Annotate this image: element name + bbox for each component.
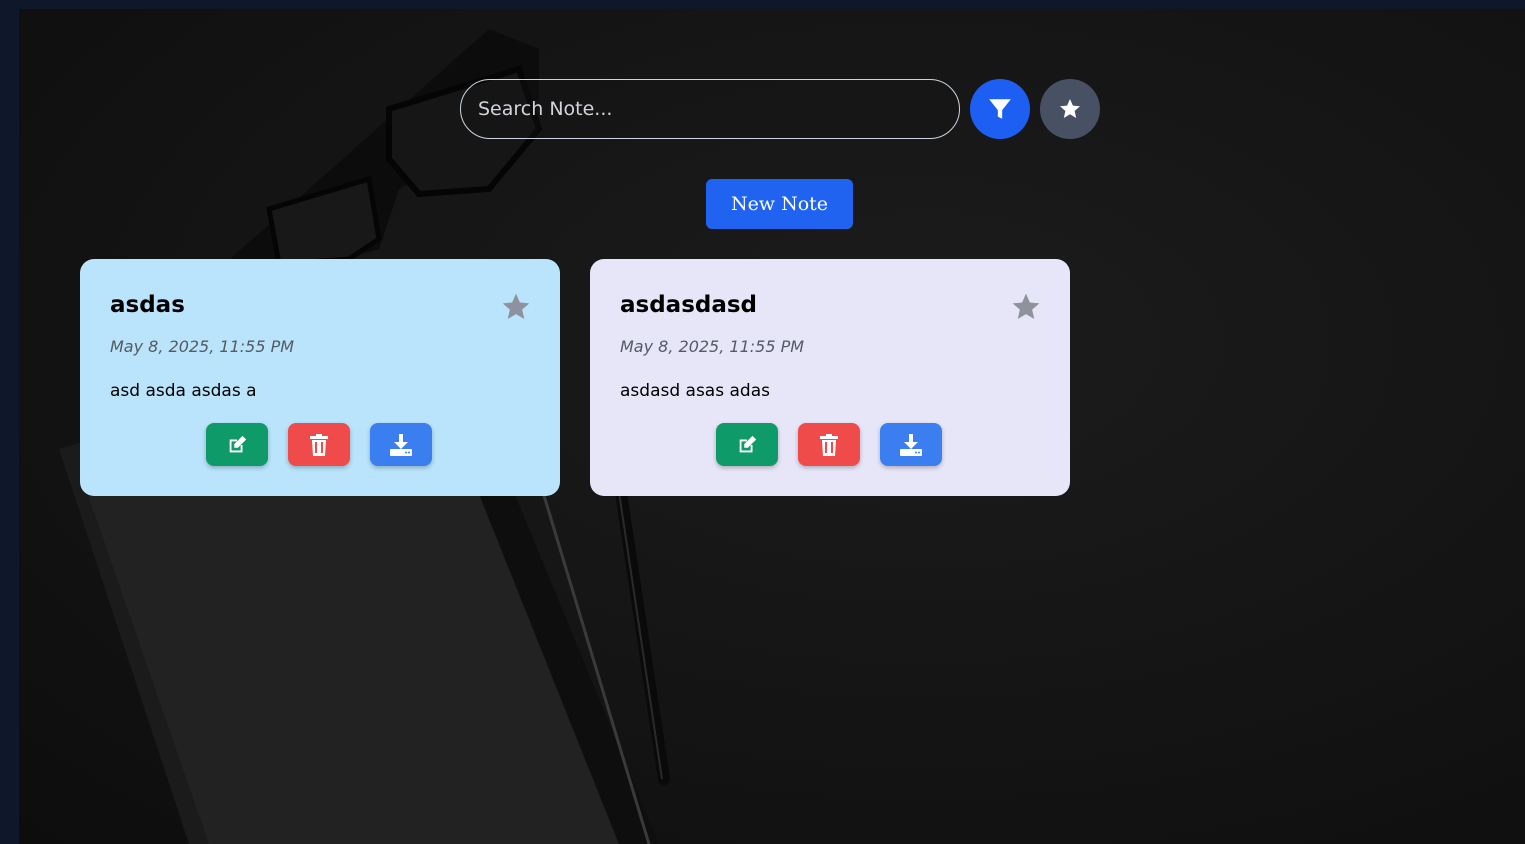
trash-icon (820, 433, 838, 456)
download-button[interactable] (880, 423, 942, 466)
edit-button[interactable] (716, 423, 778, 466)
download-icon (390, 433, 412, 456)
favorite-star-icon[interactable] (500, 291, 532, 323)
note-body: asd asda asdas a (110, 381, 257, 401)
download-icon (900, 433, 922, 456)
edit-icon (739, 435, 757, 452)
trash-icon (310, 433, 328, 456)
search-input[interactable] (476, 97, 940, 121)
favorite-star-icon[interactable] (1010, 291, 1042, 323)
filter-icon (989, 99, 1011, 119)
edit-button[interactable] (206, 423, 268, 466)
filter-button[interactable] (970, 79, 1030, 139)
delete-button[interactable] (798, 423, 860, 466)
download-button[interactable] (370, 423, 432, 466)
star-icon (1060, 99, 1080, 118)
delete-button[interactable] (288, 423, 350, 466)
note-card[interactable]: asdas May 8, 2025, 11:55 PM asd asda asd… (80, 259, 560, 496)
search-row (460, 79, 1100, 139)
note-actions (716, 423, 962, 466)
edit-icon (229, 435, 247, 452)
note-body: asdasd asas adas (620, 381, 770, 401)
note-card[interactable]: asdasdasd May 8, 2025, 11:55 PM asdasd a… (590, 259, 1070, 496)
note-title: asdas (110, 292, 185, 318)
note-actions (206, 423, 452, 466)
app-background: New Note asdas May 8, 2025, 11:55 PM asd… (19, 9, 1525, 844)
new-note-button[interactable]: New Note (706, 179, 853, 229)
note-date: May 8, 2025, 11:55 PM (620, 337, 805, 356)
search-box[interactable] (460, 79, 960, 139)
note-date: May 8, 2025, 11:55 PM (110, 337, 295, 356)
note-title: asdasdasd (620, 292, 758, 318)
favorites-filter-button[interactable] (1040, 79, 1100, 139)
